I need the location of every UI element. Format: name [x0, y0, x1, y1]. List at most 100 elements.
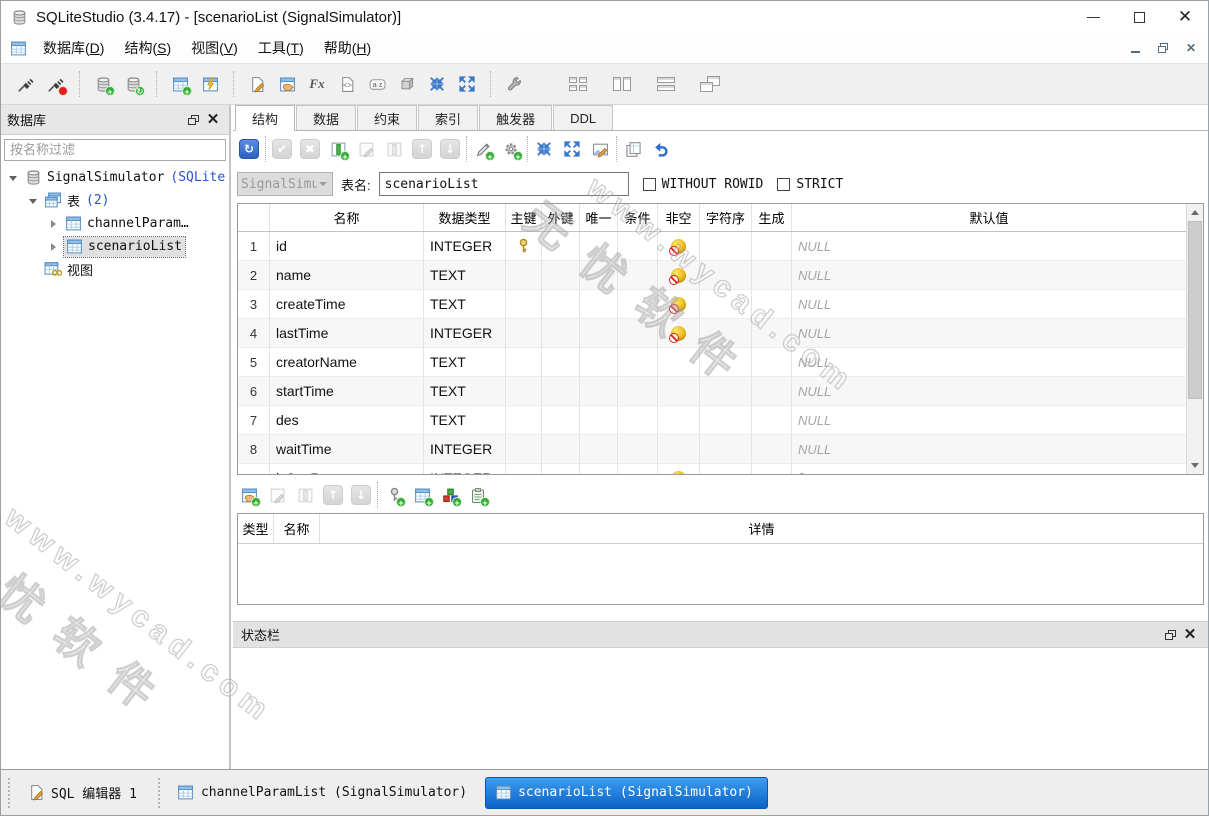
export-table-icon[interactable]	[558, 135, 586, 163]
tab-结构[interactable]: 结构	[235, 105, 296, 131]
generated-cell[interactable]	[752, 406, 792, 434]
column-row-isSynRun[interactable]: 9isSynRunINTEGER 0	[238, 464, 1186, 474]
maximize-button[interactable]	[1116, 2, 1162, 32]
unique-cell[interactable]	[580, 464, 618, 474]
collate-cell[interactable]	[700, 290, 752, 318]
default-value-cell[interactable]: NULL	[792, 319, 1186, 347]
cascade-windows-icon[interactable]	[695, 69, 725, 99]
create-similar-table-icon[interactable]	[619, 135, 647, 163]
menu-item-t[interactable]: 工具(T)	[248, 36, 314, 60]
foreign-key-cell[interactable]	[542, 232, 580, 260]
column-name-cell[interactable]: name	[270, 261, 424, 289]
column-type-cell[interactable]: TEXT	[424, 290, 506, 318]
primary-key-cell[interactable]	[506, 435, 542, 463]
menu-item-d[interactable]: 数据库(D)	[33, 36, 114, 60]
chevron-right-icon[interactable]	[47, 217, 61, 231]
check-cell[interactable]	[618, 232, 658, 260]
column-type-cell[interactable]: INTEGER	[424, 232, 506, 260]
unique-cell[interactable]	[580, 261, 618, 289]
generated-cell[interactable]	[752, 319, 792, 347]
generated-cell[interactable]	[752, 435, 792, 463]
generated-cell[interactable]	[752, 377, 792, 405]
foreign-key-cell[interactable]	[542, 406, 580, 434]
without-rowid-checkbox[interactable]	[642, 177, 656, 191]
add-column-icon[interactable]: +	[324, 135, 352, 163]
add-index-icon[interactable]: +	[469, 135, 497, 163]
column-name-cell[interactable]: createTime	[270, 290, 424, 318]
add-database-icon[interactable]: +	[88, 69, 118, 99]
check-cell[interactable]	[618, 435, 658, 463]
filter-by-name-input[interactable]	[4, 139, 226, 161]
chevron-right-icon[interactable]	[47, 240, 61, 254]
open-sql-editor-icon[interactable]	[242, 69, 272, 99]
populate-table-icon[interactable]	[586, 135, 614, 163]
column-type-cell[interactable]: INTEGER	[424, 435, 506, 463]
column-name-cell[interactable]: isSynRun	[270, 464, 424, 474]
tile-windows-horizontally-icon[interactable]	[651, 69, 681, 99]
import-table-icon[interactable]	[530, 135, 558, 163]
tab-数据[interactable]: 数据	[296, 105, 357, 130]
generated-cell[interactable]	[752, 348, 792, 376]
scrollbar-thumb[interactable]	[1188, 221, 1202, 399]
default-value-cell[interactable]: NULL	[792, 348, 1186, 376]
collate-cell[interactable]	[700, 406, 752, 434]
column-header[interactable]: 条件	[618, 204, 658, 231]
mdi-restore-button[interactable]	[1152, 39, 1174, 57]
not-null-cell[interactable]	[658, 290, 700, 318]
default-value-cell[interactable]: 0	[792, 464, 1186, 474]
new-table-icon[interactable]: +	[165, 69, 195, 99]
column-type-cell[interactable]: INTEGER	[424, 464, 506, 474]
add-constraint-icon[interactable]: +	[497, 135, 525, 163]
column-header[interactable]: 主键	[506, 204, 542, 231]
minimize-button[interactable]	[1070, 2, 1116, 32]
column-type-cell[interactable]: TEXT	[424, 377, 506, 405]
column-header[interactable]: 外键	[542, 204, 580, 231]
column-name-cell[interactable]: startTime	[270, 377, 424, 405]
tab-约束[interactable]: 约束	[357, 105, 418, 130]
configuration-icon[interactable]	[499, 69, 529, 99]
column-name-cell[interactable]: lastTime	[270, 319, 424, 347]
primary-key-cell[interactable]	[506, 261, 542, 289]
menu-item-h[interactable]: 帮助(H)	[314, 36, 381, 60]
vertical-scrollbar[interactable]	[1186, 204, 1203, 474]
without-rowid-option[interactable]: WITHOUT ROWID	[642, 177, 763, 192]
unique-cell[interactable]	[580, 290, 618, 318]
foreign-key-cell[interactable]	[542, 261, 580, 289]
tree-item-channelparam[interactable]: channelParam…	[1, 212, 229, 235]
tab-ddl[interactable]: DDL	[553, 105, 614, 130]
strict-option[interactable]: STRICT	[777, 177, 843, 192]
unique-cell[interactable]	[580, 435, 618, 463]
collate-cell[interactable]	[700, 232, 752, 260]
tile-windows-icon[interactable]	[563, 69, 593, 99]
taskbar-tab-2[interactable]: channelParamList (SignalSimulator)	[169, 777, 481, 809]
menu-item-s[interactable]: 结构(S)	[114, 36, 181, 60]
column-row-startTime[interactable]: 6 startTime TEXT NULL	[238, 377, 1186, 406]
column-row-lastTime[interactable]: 4 lastTime INTEGER NULL	[238, 319, 1186, 348]
close-status-icon[interactable]: ✕	[1180, 626, 1200, 644]
generated-cell[interactable]	[752, 290, 792, 318]
unique-cell[interactable]	[580, 406, 618, 434]
taskbar-tab-3[interactable]: scenarioList (SignalSimulator)	[485, 776, 768, 809]
chevron-down-icon[interactable]	[7, 171, 21, 185]
collate-cell[interactable]	[700, 435, 752, 463]
column-row-createTime[interactable]: 3 createTime TEXT NULL	[238, 290, 1186, 319]
column-row-creatorName[interactable]: 5 creatorName TEXT NULL	[238, 348, 1186, 377]
default-value-cell[interactable]: NULL	[792, 290, 1186, 318]
column-header[interactable]: 生成	[752, 204, 792, 231]
collate-cell[interactable]	[700, 261, 752, 289]
collate-cell[interactable]	[700, 319, 752, 347]
column-header[interactable]: 非空	[658, 204, 700, 231]
float-status-icon[interactable]	[1160, 626, 1180, 644]
strict-checkbox[interactable]	[777, 177, 791, 191]
extensions-icon[interactable]	[392, 69, 422, 99]
collate-cell[interactable]	[700, 377, 752, 405]
default-value-cell[interactable]: NULL	[792, 435, 1186, 463]
tile-windows-vertically-icon[interactable]	[607, 69, 637, 99]
close-panel-icon[interactable]: ✕	[203, 111, 223, 129]
add-check-icon[interactable]: +	[464, 482, 492, 508]
primary-key-cell[interactable]	[506, 319, 542, 347]
column-row-des[interactable]: 7 des TEXT NULL	[238, 406, 1186, 435]
collate-cell[interactable]	[700, 348, 752, 376]
add-table-constraint-icon[interactable]: +	[235, 482, 263, 508]
add-unique-icon[interactable]: +	[436, 482, 464, 508]
